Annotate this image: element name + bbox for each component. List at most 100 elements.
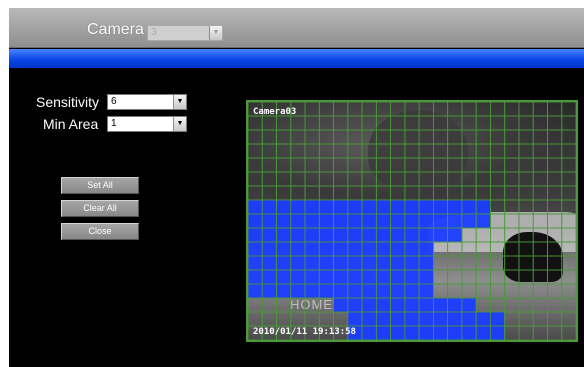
grid-cell[interactable] (304, 311, 320, 327)
grid-cell[interactable] (518, 311, 534, 327)
grid-cell[interactable] (547, 255, 563, 271)
grid-cell[interactable] (561, 241, 576, 257)
grid-cell[interactable] (461, 143, 477, 159)
grid-cell[interactable] (304, 185, 320, 201)
motion-detection-grid[interactable] (248, 102, 576, 340)
grid-cell[interactable] (561, 283, 576, 299)
camera-select[interactable]: 3 ▼ (147, 25, 223, 41)
grid-cell[interactable] (248, 157, 263, 173)
grid-cell[interactable] (261, 115, 277, 131)
chevron-down-icon[interactable]: ▼ (209, 26, 222, 40)
grid-cell-selected[interactable] (404, 255, 420, 271)
grid-cell[interactable] (404, 157, 420, 173)
grid-cell[interactable] (475, 255, 491, 271)
grid-cell[interactable] (475, 115, 491, 131)
grid-cell-selected[interactable] (347, 199, 363, 215)
grid-cell-selected[interactable] (390, 213, 406, 229)
grid-cell[interactable] (248, 185, 263, 201)
grid-cell[interactable] (304, 115, 320, 131)
grid-cell[interactable] (504, 255, 520, 271)
grid-cell-selected[interactable] (290, 241, 306, 257)
grid-cell[interactable] (532, 143, 548, 159)
grid-cell[interactable] (547, 157, 563, 173)
grid-cell[interactable] (561, 199, 576, 215)
grid-cell[interactable] (561, 115, 576, 131)
grid-cell[interactable] (290, 311, 306, 327)
grid-cell-selected[interactable] (404, 241, 420, 257)
grid-cell[interactable] (304, 171, 320, 187)
grid-cell[interactable] (333, 311, 349, 327)
grid-cell[interactable] (518, 255, 534, 271)
grid-cell-selected[interactable] (290, 269, 306, 285)
grid-cell[interactable] (290, 157, 306, 173)
grid-cell[interactable] (432, 241, 449, 257)
grid-cell-selected[interactable] (375, 227, 392, 243)
grid-cell[interactable] (547, 297, 563, 313)
grid-cell[interactable] (518, 157, 534, 173)
min-area-select[interactable]: 1 ▼ (107, 116, 187, 132)
grid-cell-selected[interactable] (490, 311, 506, 327)
grid-cell-selected[interactable] (361, 213, 377, 229)
grid-cell[interactable] (432, 255, 449, 271)
grid-cell[interactable] (248, 115, 263, 131)
grid-cell[interactable] (475, 297, 491, 313)
grid-cell-selected[interactable] (361, 269, 377, 285)
grid-cell[interactable] (304, 102, 320, 117)
grid-cell-selected[interactable] (375, 311, 392, 327)
grid-cell-selected[interactable] (276, 241, 292, 257)
close-button[interactable]: Close (61, 223, 139, 240)
grid-cell[interactable] (518, 199, 534, 215)
grid-cell[interactable] (561, 255, 576, 271)
grid-cell[interactable] (490, 157, 506, 173)
grid-cell[interactable] (532, 115, 548, 131)
grid-cell[interactable] (461, 115, 477, 131)
grid-cell[interactable] (333, 129, 349, 145)
grid-cell-selected[interactable] (390, 297, 406, 313)
grid-cell[interactable] (276, 157, 292, 173)
grid-cell[interactable] (561, 325, 576, 340)
grid-cell[interactable] (404, 129, 420, 145)
grid-cell-selected[interactable] (361, 241, 377, 257)
grid-cell[interactable] (447, 255, 463, 271)
grid-cell[interactable] (475, 157, 491, 173)
clear-all-button[interactable]: Clear All (61, 200, 139, 217)
grid-cell-selected[interactable] (261, 213, 277, 229)
grid-cell[interactable] (375, 171, 392, 187)
grid-cell[interactable] (490, 213, 506, 229)
grid-cell-selected[interactable] (390, 269, 406, 285)
grid-cell-selected[interactable] (318, 199, 334, 215)
grid-cell[interactable] (248, 297, 263, 313)
grid-cell[interactable] (504, 102, 520, 117)
grid-cell-selected[interactable] (418, 227, 434, 243)
grid-cell-selected[interactable] (261, 227, 277, 243)
grid-cell[interactable] (375, 143, 392, 159)
grid-cell-selected[interactable] (390, 255, 406, 271)
grid-cell-selected[interactable] (361, 297, 377, 313)
grid-cell[interactable] (461, 185, 477, 201)
grid-cell[interactable] (447, 157, 463, 173)
grid-cell-selected[interactable] (375, 269, 392, 285)
grid-cell-selected[interactable] (318, 269, 334, 285)
grid-cell-selected[interactable] (375, 213, 392, 229)
grid-cell[interactable] (547, 185, 563, 201)
grid-cell[interactable] (518, 227, 534, 243)
grid-cell[interactable] (304, 129, 320, 145)
grid-cell[interactable] (547, 129, 563, 145)
grid-cell[interactable] (318, 143, 334, 159)
grid-cell[interactable] (504, 115, 520, 131)
grid-cell[interactable] (318, 129, 334, 145)
grid-cell[interactable] (318, 115, 334, 131)
grid-cell[interactable] (248, 171, 263, 187)
grid-cell-selected[interactable] (432, 227, 449, 243)
grid-cell[interactable] (504, 171, 520, 187)
grid-cell[interactable] (290, 143, 306, 159)
grid-cell[interactable] (547, 227, 563, 243)
grid-cell[interactable] (318, 185, 334, 201)
grid-cell[interactable] (432, 157, 449, 173)
grid-cell-selected[interactable] (418, 283, 434, 299)
chevron-down-icon[interactable]: ▼ (173, 95, 186, 109)
grid-cell[interactable] (347, 143, 363, 159)
grid-cell[interactable] (432, 115, 449, 131)
grid-cell[interactable] (447, 283, 463, 299)
grid-cell[interactable] (333, 102, 349, 117)
